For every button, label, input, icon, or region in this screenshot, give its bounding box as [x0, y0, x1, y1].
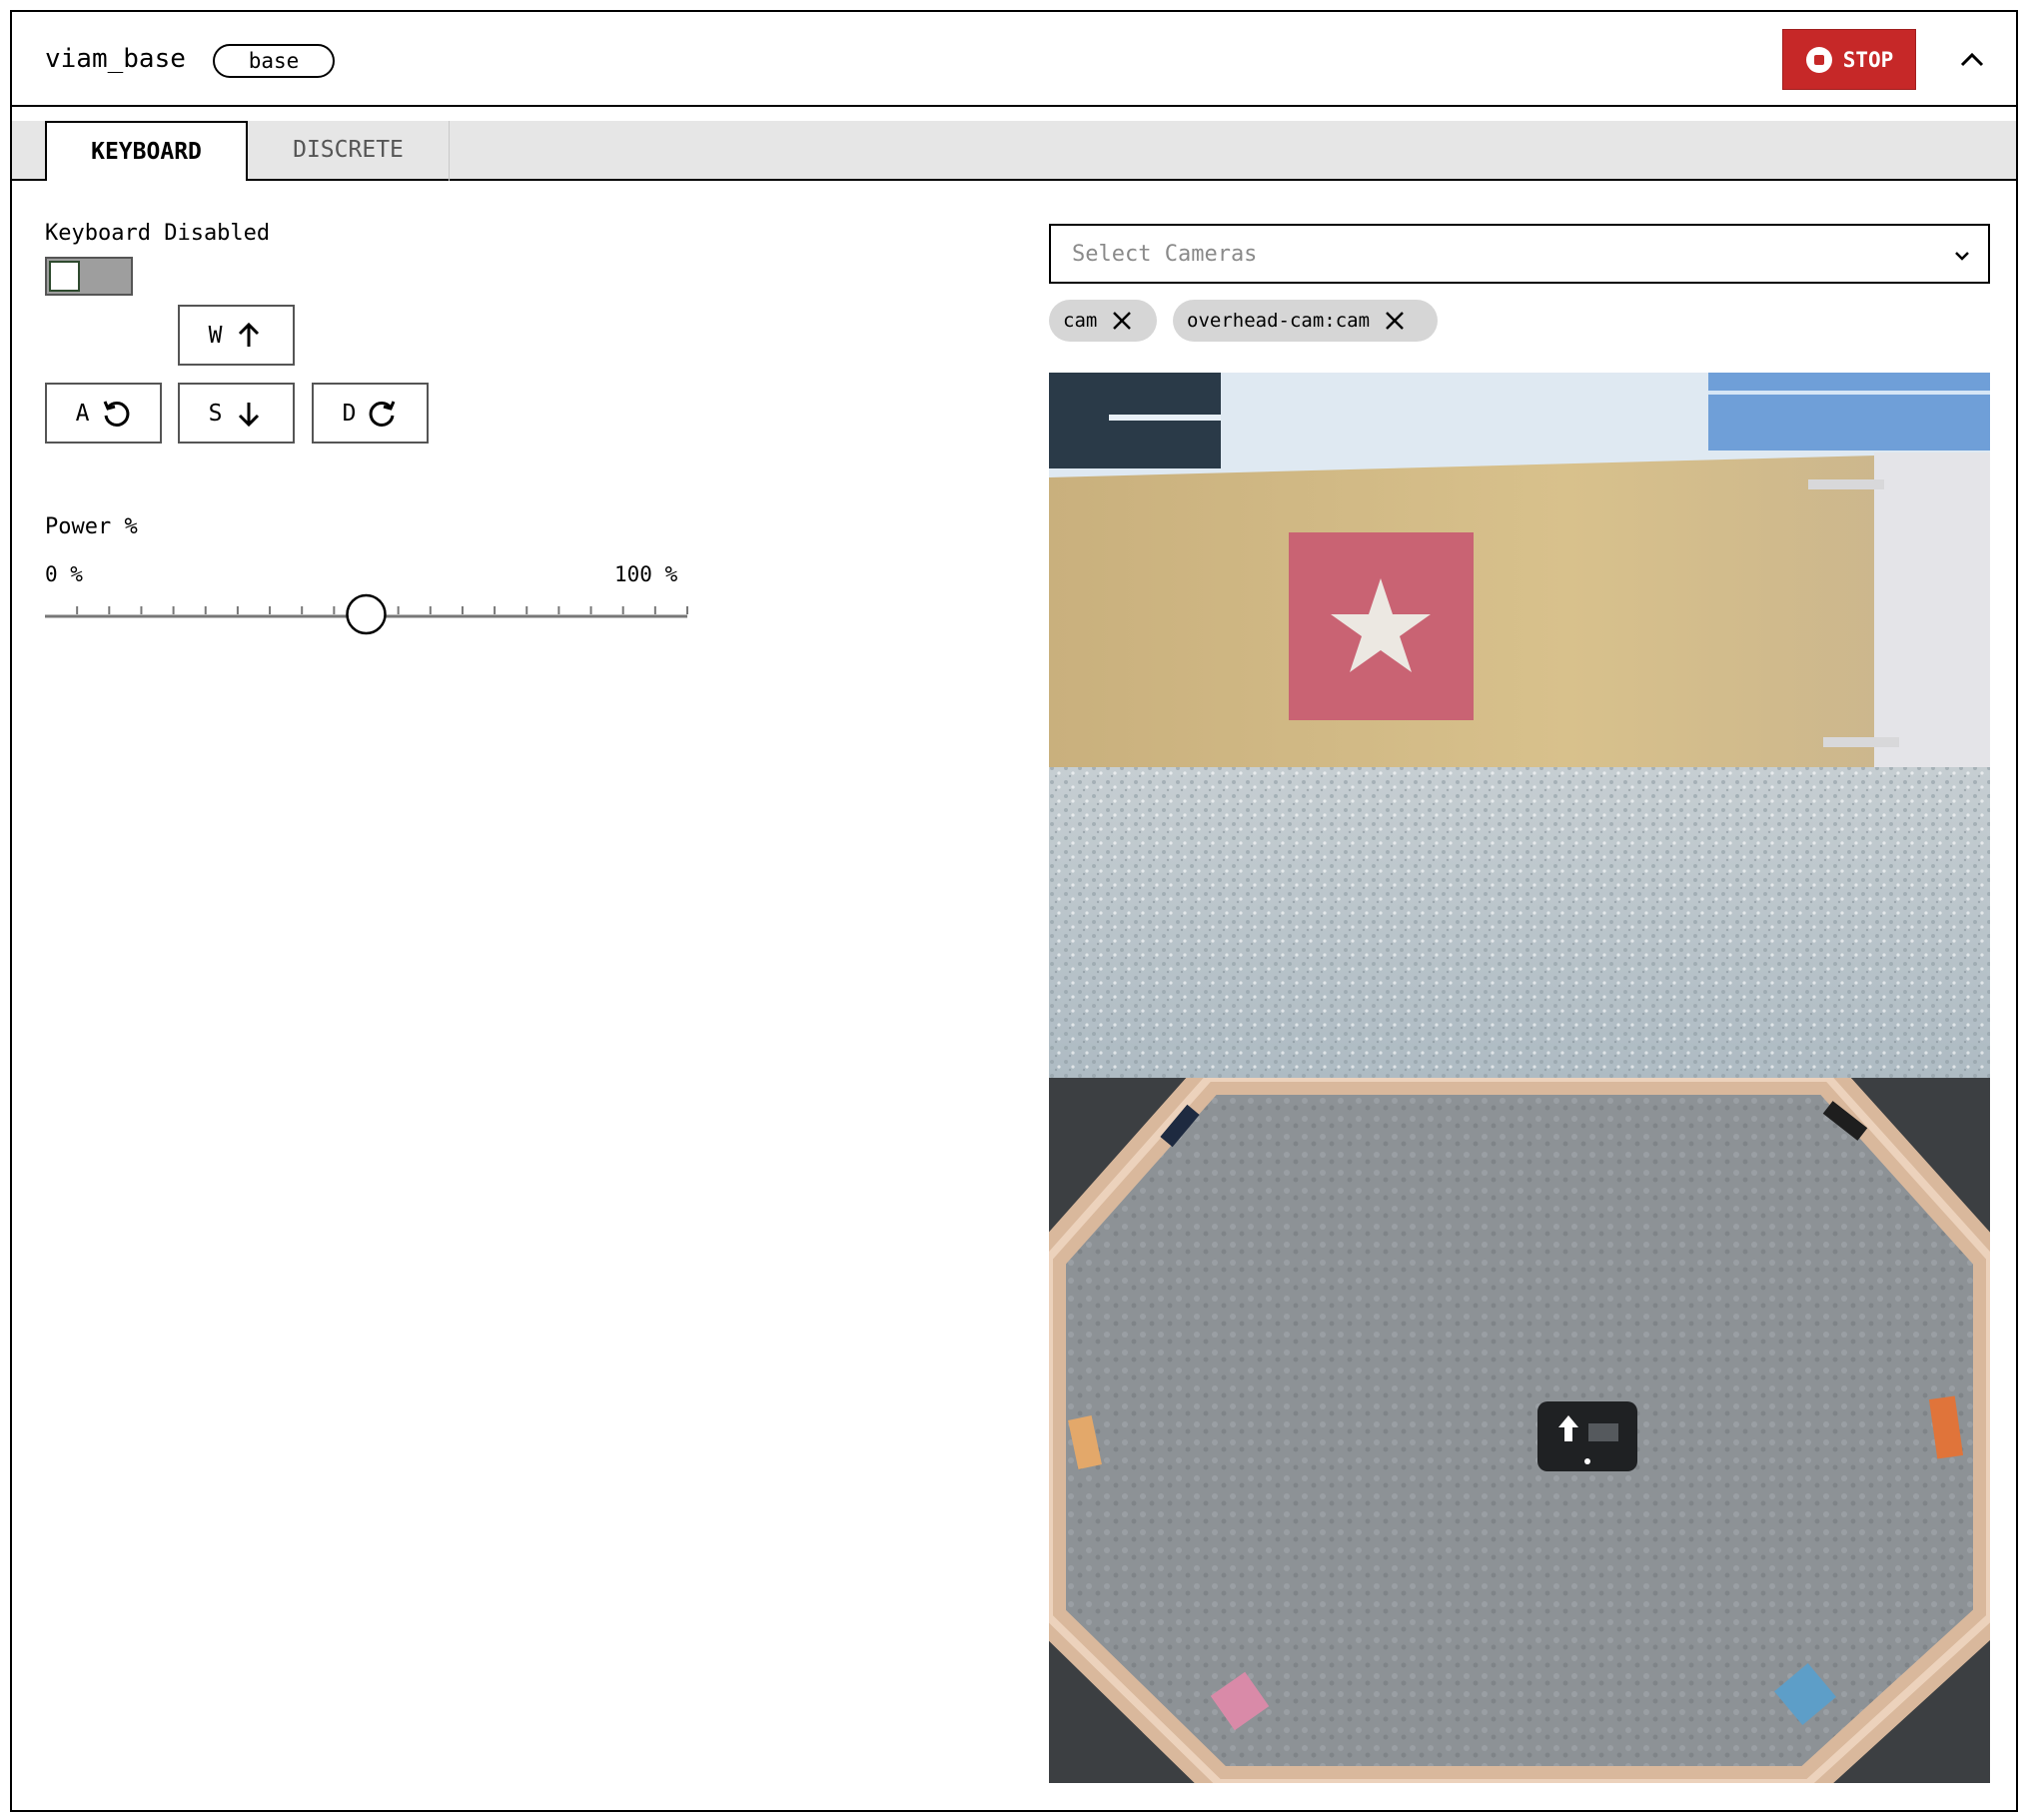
close-icon[interactable]: [1111, 310, 1133, 332]
stop-icon: [1805, 46, 1832, 73]
key-letter: D: [342, 400, 357, 427]
key-letter: S: [208, 400, 223, 427]
chevron-up-icon[interactable]: [1954, 42, 1990, 78]
arrow-up-icon: [239, 322, 260, 347]
tab-keyboard[interactable]: KEYBOARD: [45, 121, 248, 181]
power-slider[interactable]: [45, 591, 699, 641]
stop-button[interactable]: STOP: [1782, 29, 1916, 90]
rotate-right-icon: [370, 400, 396, 427]
camera-chip-label: cam: [1063, 310, 1098, 332]
camera-select[interactable]: Select Cameras: [1049, 224, 1990, 284]
arrow-down-icon: [239, 402, 260, 427]
forward-key-button[interactable]: W: [178, 305, 295, 366]
component-name: viam_base: [45, 44, 186, 74]
keyboard-toggle[interactable]: [45, 257, 133, 296]
power-max-label: 100 %: [614, 562, 678, 586]
power-min-label: 0 %: [45, 562, 83, 586]
right-key-button[interactable]: D: [312, 383, 429, 444]
backward-key-button[interactable]: S: [178, 383, 295, 444]
tab-discrete[interactable]: DISCRETE: [248, 121, 450, 181]
component-type-badge: base: [213, 44, 335, 78]
camera-chip-cam: cam: [1049, 300, 1157, 342]
camera-chip-overhead-cam: overhead-cam:cam: [1173, 300, 1438, 342]
base-control-card: viam_base base STOP KEYBOARD DISCRETE Ke…: [10, 10, 2018, 1812]
keyboard-status-label: Keyboard Disabled: [45, 221, 271, 246]
rotate-left-icon: [104, 400, 130, 427]
chevron-down-icon: [1955, 252, 1969, 261]
camera-feed-overhead-cam: [1049, 1078, 1990, 1783]
key-letter: W: [208, 322, 223, 349]
camera-feed-cam: [1049, 373, 1990, 1078]
key-letter: A: [75, 400, 90, 427]
card-header: viam_base base STOP: [12, 12, 2016, 107]
camera-select-placeholder: Select Cameras: [1072, 242, 1258, 267]
camera-chip-label: overhead-cam:cam: [1187, 310, 1371, 332]
stop-button-label: STOP: [1842, 47, 1894, 72]
left-key-button[interactable]: A: [45, 383, 162, 444]
tab-bar: KEYBOARD DISCRETE: [12, 121, 2016, 181]
power-label: Power %: [45, 514, 138, 539]
toggle-knob: [49, 261, 80, 292]
slider-knob[interactable]: [346, 593, 387, 635]
close-icon[interactable]: [1384, 310, 1406, 332]
